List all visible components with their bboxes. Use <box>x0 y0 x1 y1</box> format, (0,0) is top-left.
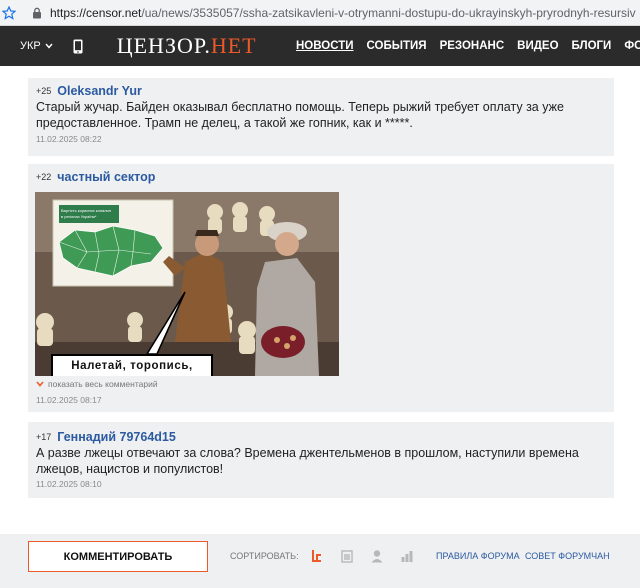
comment-image[interactable]: Вартість корисних копалин в регіонах Укр… <box>35 192 339 376</box>
comment-score: +25 <box>36 86 52 96</box>
chevron-down-icon <box>36 381 44 387</box>
comment-date: 11.02.2025 08:17 <box>36 395 102 405</box>
nav-resonance[interactable]: РЕЗОНАНС <box>440 40 505 52</box>
image-caption: Налетай, торопись, <box>51 354 213 376</box>
language-selector[interactable]: УКР <box>20 40 53 52</box>
sort-label: СОРТИРОВАТЬ: <box>230 551 299 561</box>
comment-author[interactable]: Геннадий 79764d15 <box>57 430 176 444</box>
map-title-text: в регіонах України* <box>61 214 97 219</box>
comment-card: +22 частный сектор Вартість корисних коп… <box>28 164 614 412</box>
browser-address-bar: https://censor.net/ua/news/3535057/ssha-… <box>0 0 640 26</box>
show-full-comment-label: показать весь комментарий <box>48 379 158 389</box>
comment-card: +17 Геннадий 79764d15 А разве лжецы отве… <box>28 422 614 498</box>
bookmark-star-icon[interactable] <box>2 5 16 20</box>
comment-text: А разве лжецы отвечают за слова? Времена… <box>36 446 579 476</box>
logo-text-main: ЦЕНЗОР. <box>116 33 211 58</box>
comment-author[interactable]: Oleksandr Yur <box>57 84 142 98</box>
comment-toolbar: КОММЕНТИРОВАТЬ СОРТИРОВАТЬ: ПРАВИЛА ФОРУ… <box>0 534 640 588</box>
comment-header: +25 Oleksandr Yur <box>36 84 142 98</box>
url-host: https://censor.net <box>50 5 142 20</box>
nav-video[interactable]: ВИДЕО <box>517 40 558 52</box>
sort-by-rating-icon[interactable] <box>400 549 414 563</box>
nav-forum[interactable]: ФОРУМ <box>624 40 640 52</box>
comment-date: 11.02.2025 08:22 <box>36 134 102 144</box>
comment-text: Старый жучар. Байден оказывал бесплатно … <box>36 100 564 130</box>
lock-icon[interactable] <box>32 7 42 19</box>
logo-text-accent: НЕТ <box>210 33 257 58</box>
site-logo[interactable]: ЦЕНЗОР. НЕТ <box>117 33 257 59</box>
site-header: УКР ЦЕНЗОР. НЕТ НОВОСТИ СОБЫТИЯ РЕЗОНАНС … <box>0 26 640 66</box>
url-field[interactable]: https://censor.net/ua/news/3535057/ssha-… <box>50 6 636 20</box>
comment-date: 11.02.2025 08:10 <box>36 479 102 489</box>
comment-score: +17 <box>36 432 52 442</box>
comment-header: +17 Геннадий 79764d15 <box>36 430 176 444</box>
forum-tips-link[interactable]: СОВЕТ ФОРУМЧАН <box>525 551 610 561</box>
nav-news[interactable]: НОВОСТИ <box>296 40 354 52</box>
mobile-phone-icon[interactable] <box>73 39 83 54</box>
url-path: /ua/news/3535057/ssha-zatsikavleni-v-otr… <box>141 5 636 20</box>
sort-by-user-icon[interactable] <box>370 549 384 563</box>
comment-score: +22 <box>36 172 52 182</box>
main-nav: НОВОСТИ СОБЫТИЯ РЕЗОНАНС ВИДЕО БЛОГИ ФОР… <box>296 26 640 66</box>
comment-card: +25 Oleksandr Yur Старый жучар. Байден о… <box>28 78 614 156</box>
forum-rules-link[interactable]: ПРАВИЛА ФОРУМА <box>436 551 520 561</box>
language-label: УКР <box>20 40 41 52</box>
nav-events[interactable]: СОБЫТИЯ <box>367 40 427 52</box>
nav-blogs[interactable]: БЛОГИ <box>572 40 612 52</box>
show-full-comment-link[interactable]: показать весь комментарий <box>36 379 158 389</box>
comment-header: +22 частный сектор <box>36 170 155 184</box>
sort-by-tree-icon[interactable] <box>310 549 324 563</box>
sort-by-date-icon[interactable] <box>340 549 354 563</box>
chevron-down-icon <box>45 43 53 49</box>
comment-author[interactable]: частный сектор <box>57 170 155 184</box>
map-title-text: Вартість корисних копалин <box>61 208 111 213</box>
meme-illustration: Вартість корисних копалин в регіонах Укр… <box>35 192 339 376</box>
comment-button[interactable]: КОММЕНТИРОВАТЬ <box>28 541 208 572</box>
